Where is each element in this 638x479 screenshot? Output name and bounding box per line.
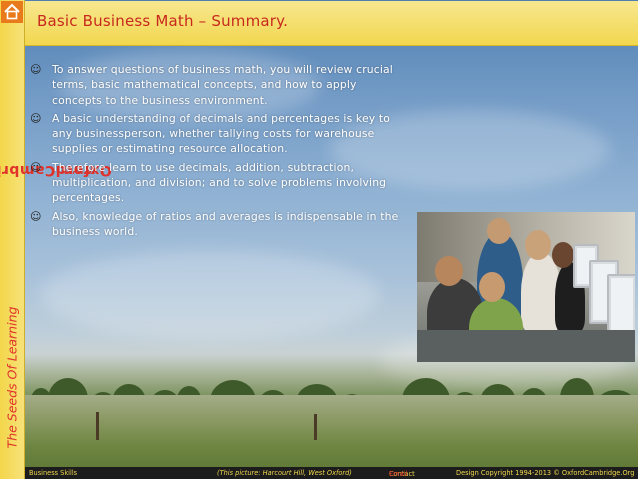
photo-desk <box>417 330 635 362</box>
bullet-list: ☺ To answer questions of business math, … <box>30 62 410 242</box>
slide-title: Basic Business Math – Summary. <box>37 12 289 30</box>
smiley-bullet-icon: ☺ <box>30 63 42 76</box>
smiley-bullet-icon: ☺ <box>30 160 42 174</box>
bullet-text: To answer questions of business math, yo… <box>52 63 393 107</box>
photo-head <box>487 218 511 244</box>
bullet-text: Also, knowledge of ratios and averages i… <box>52 209 399 238</box>
sidebar: www.OxfordCambridge.Org The Seeds Of Lea… <box>0 0 111 479</box>
bullet-text: Therefore learn to use decimals, additio… <box>52 160 387 205</box>
list-item: ☺ A basic understanding of decimals and … <box>30 111 410 157</box>
house-logo-icon <box>1 1 23 23</box>
trunk <box>96 412 99 440</box>
title-bar: Basic Business Math – Summary. <box>25 1 638 46</box>
photo-head <box>552 242 574 268</box>
smiley-bullet-icon: ☺ <box>30 209 42 223</box>
students-computer-photo <box>417 212 635 362</box>
smiley-bullet-icon: ☺ <box>30 111 42 125</box>
list-item: ☺ To answer questions of business math, … <box>30 62 410 108</box>
photo-head <box>435 256 463 286</box>
footer: Business Skills (This picture: Harcourt … <box>25 467 638 479</box>
footer-picture-caption: (This picture: Harcourt Hill, West Oxfor… <box>217 468 352 477</box>
photo-head <box>525 230 551 260</box>
footer-course: Business Skills <box>29 468 78 477</box>
bullet-text: A basic understanding of decimals and pe… <box>52 111 391 156</box>
tagline-text: The Seeds Of Learning <box>4 306 20 449</box>
sidebar-tagline: The Seeds Of Learning <box>0 290 24 465</box>
footer-copyright: Design Copyright 1994-2013 © OxfordCambr… <box>456 468 635 477</box>
trunk <box>314 414 317 440</box>
list-item: ☺ Also, knowledge of ratios and averages… <box>30 209 410 240</box>
cloud <box>40 250 380 340</box>
contact-email-link[interactable]: Email <box>389 470 407 478</box>
sidebar-url: www.OxfordCambridge.Org <box>0 50 111 290</box>
photo-head <box>479 272 505 302</box>
list-item: ☺ Therefore learn to use decimals, addit… <box>30 160 410 206</box>
